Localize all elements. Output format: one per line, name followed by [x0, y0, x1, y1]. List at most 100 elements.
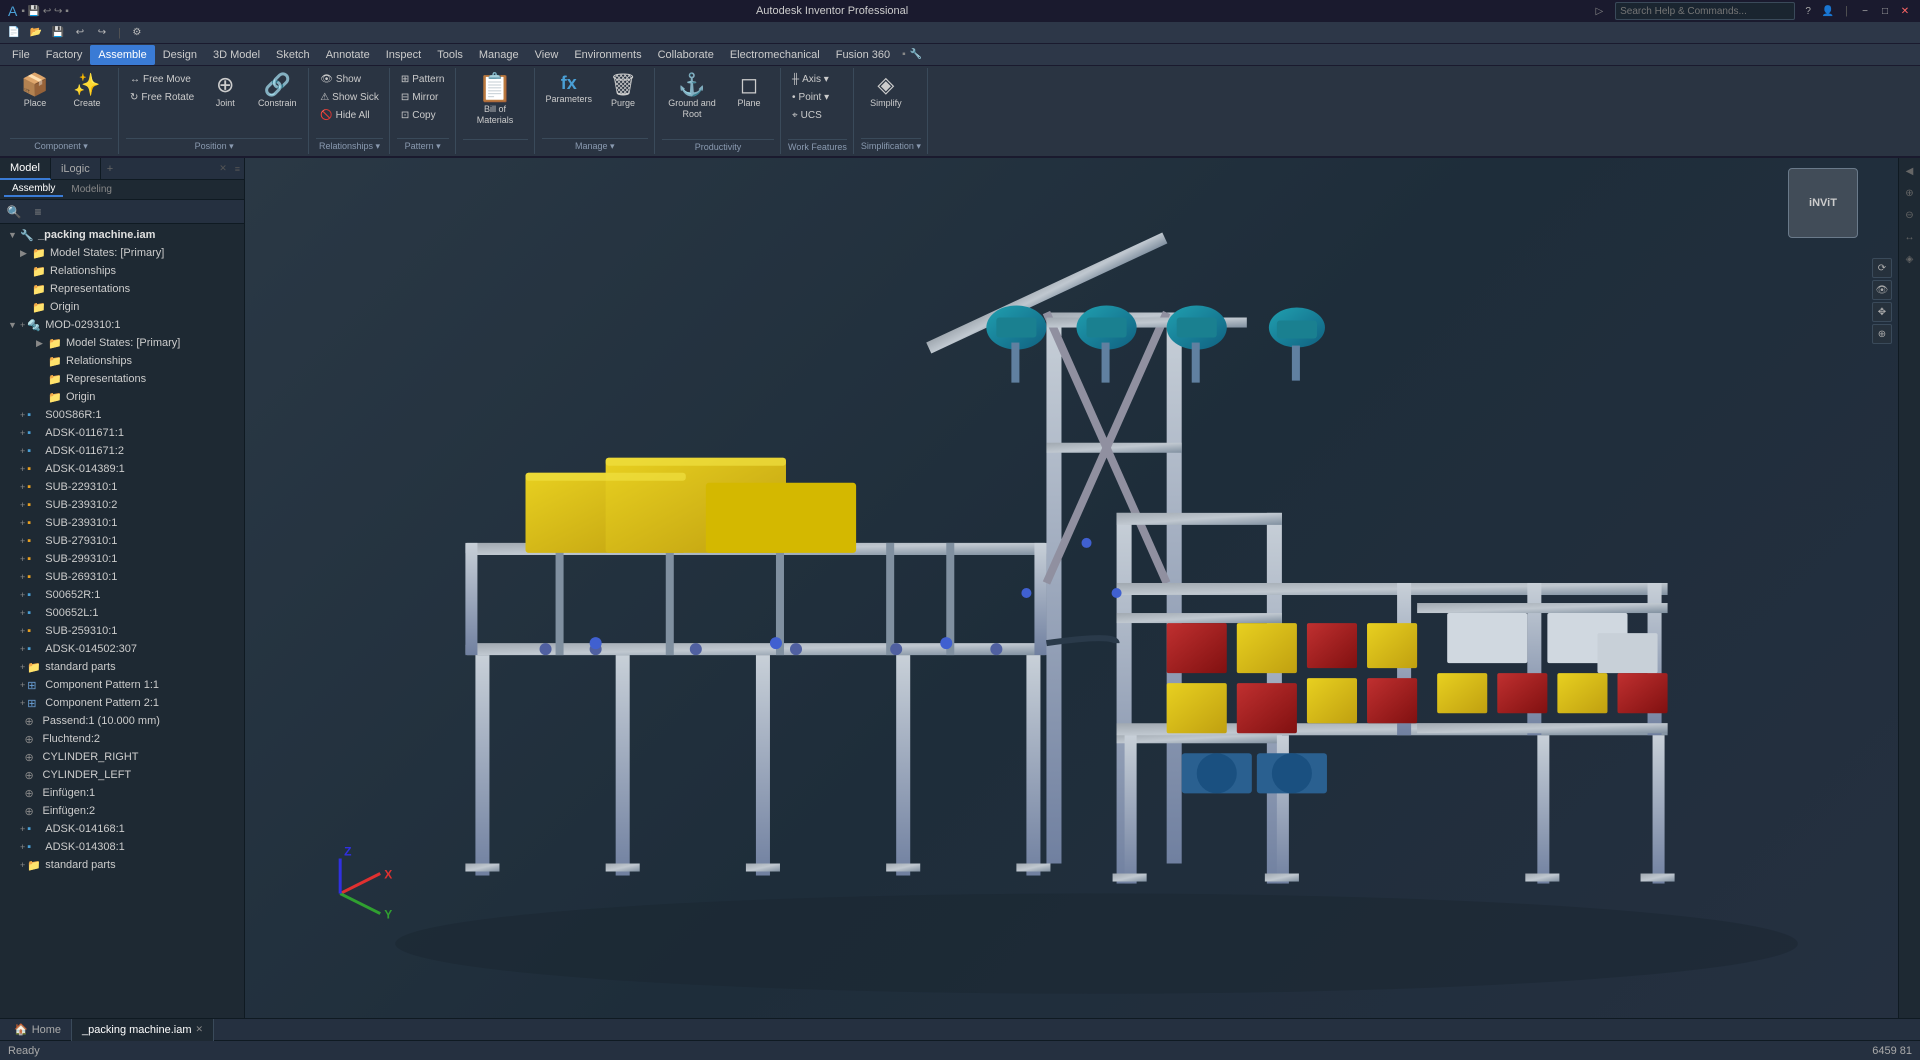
- tree-item-representations-1[interactable]: 📁 Representations: [0, 280, 244, 298]
- subtab-assembly[interactable]: Assembly: [4, 182, 63, 197]
- ucs-button[interactable]: ⌖ UCS: [788, 106, 833, 124]
- mirror-button[interactable]: ⊟ Mirror: [397, 88, 449, 106]
- tree-item-sub269310-1[interactable]: + ▪ SUB-269310:1: [0, 568, 244, 586]
- tree-item-component-pattern-1[interactable]: + ⊞ Component Pattern 1:1: [0, 676, 244, 694]
- tree-item-adsk014389-1[interactable]: + ▪ ADSK-014389:1: [0, 460, 244, 478]
- gutter-btn-1[interactable]: ◀: [1901, 162, 1919, 180]
- tree-item-origin-1[interactable]: 📁 Origin: [0, 298, 244, 316]
- gutter-btn-5[interactable]: ◈: [1901, 250, 1919, 268]
- tree-item-fluchtend2[interactable]: ⊕ Fluchtend:2: [0, 730, 244, 748]
- tab-close-button[interactable]: ✕: [196, 1024, 204, 1035]
- viewcube-box[interactable]: iNViT: [1788, 168, 1858, 238]
- gutter-btn-2[interactable]: ⊕: [1901, 184, 1919, 202]
- purge-button[interactable]: 🗑 Purge: [598, 70, 648, 113]
- close-button[interactable]: ✕: [1898, 4, 1912, 18]
- tree-item-component-pattern-2[interactable]: + ⊞ Component Pattern 2:1: [0, 694, 244, 712]
- tree-item-adsk011671-1[interactable]: + ▪ ADSK-011671:1: [0, 424, 244, 442]
- show-button[interactable]: 👁 Show: [316, 70, 383, 88]
- viewport[interactable]: X Y Z iNViT ⟳ 👁 ✥ ⊕: [245, 158, 1898, 1018]
- simplify-button[interactable]: ◈ Simplify: [861, 70, 911, 113]
- tree-item-cylinder-right[interactable]: ⊕ CYLINDER_RIGHT: [0, 748, 244, 766]
- menu-sketch[interactable]: Sketch: [268, 45, 318, 65]
- tree-item-root[interactable]: ▼ 🔧 _packing machine.iam: [0, 226, 244, 244]
- help-button[interactable]: ?: [1801, 4, 1815, 18]
- plane-button[interactable]: ◻ Plane: [724, 70, 774, 113]
- menu-assemble[interactable]: Assemble: [90, 45, 154, 65]
- menu-design[interactable]: Design: [155, 45, 205, 65]
- menu-view[interactable]: View: [527, 45, 567, 65]
- tab-home[interactable]: 🏠 Home: [4, 1019, 72, 1041]
- menu-3dmodel[interactable]: 3D Model: [205, 45, 268, 65]
- menu-collaborate[interactable]: Collaborate: [650, 45, 722, 65]
- hide-all-button[interactable]: 🚫 Hide All: [316, 106, 383, 124]
- tree-item-einfugen2[interactable]: ⊕ Einfügen:2: [0, 802, 244, 820]
- manage-group-label[interactable]: Manage ▾: [542, 138, 649, 152]
- free-move-button[interactable]: ↔ Free Move: [126, 70, 198, 88]
- point-button[interactable]: • Point ▾: [788, 88, 833, 106]
- menu-annotate[interactable]: Annotate: [318, 45, 378, 65]
- pattern-button[interactable]: ⊞ Pattern: [397, 70, 449, 88]
- tree-item-standard-parts-1[interactable]: + 📁 standard parts: [0, 658, 244, 676]
- ground-root-button[interactable]: ⚓ Ground andRoot: [662, 70, 722, 124]
- tree-item-adsk014168-1[interactable]: + ▪ ADSK-014168:1: [0, 820, 244, 838]
- maximize-button[interactable]: □: [1878, 4, 1892, 18]
- menu-electromechanical[interactable]: Electromechanical: [722, 45, 828, 65]
- pan-button[interactable]: ✥: [1872, 302, 1892, 322]
- copy-button[interactable]: ⊡ Copy: [397, 106, 449, 124]
- tree-item-sub229310-1[interactable]: + ▪ SUB-229310:1: [0, 478, 244, 496]
- pattern-group-label[interactable]: Pattern ▾: [397, 138, 449, 152]
- tree-item-s00652l1[interactable]: + ▪ S00652L:1: [0, 604, 244, 622]
- tree-item-model-states-2[interactable]: ▶ 📁 Model States: [Primary]: [0, 334, 244, 352]
- help-search-input[interactable]: [1615, 2, 1795, 20]
- tree-item-model-states-1[interactable]: ▶ 📁 Model States: [Primary]: [0, 244, 244, 262]
- qa-new-button[interactable]: 📄: [4, 24, 24, 42]
- joint-button[interactable]: ⊕ Joint: [200, 70, 250, 113]
- component-group-label[interactable]: Component ▾: [10, 138, 112, 152]
- menu-tools[interactable]: Tools: [429, 45, 471, 65]
- relationships-group-label[interactable]: Relationships ▾: [316, 138, 383, 152]
- tree-item-einfugen1[interactable]: ⊕ Einfügen:1: [0, 784, 244, 802]
- parameters-button[interactable]: fx Parameters: [542, 70, 597, 109]
- tree-item-cylinder-left[interactable]: ⊕ CYLINDER_LEFT: [0, 766, 244, 784]
- gutter-btn-4[interactable]: ↔: [1901, 228, 1919, 246]
- tree-item-sub239310-1[interactable]: + ▪ SUB-239310:1: [0, 514, 244, 532]
- tree-item-relationships-1[interactable]: 📁 Relationships: [0, 262, 244, 280]
- menu-manage[interactable]: Manage: [471, 45, 527, 65]
- tree-item-sub259310-1[interactable]: + ▪ SUB-259310:1: [0, 622, 244, 640]
- qa-settings-button[interactable]: ⚙: [127, 24, 147, 42]
- tree-item-origin-2[interactable]: 📁 Origin: [0, 388, 244, 406]
- tab-add[interactable]: +: [101, 161, 119, 177]
- tab-packing-machine[interactable]: _packing machine.iam ✕: [72, 1019, 214, 1041]
- constrain-button[interactable]: 🔗 Constrain: [252, 70, 302, 113]
- menu-factory[interactable]: Factory: [38, 45, 91, 65]
- place-button[interactable]: 📦 Place: [10, 70, 60, 113]
- tree-item-sub279310-1[interactable]: + ▪ SUB-279310:1: [0, 532, 244, 550]
- axis-button[interactable]: ╫ Axis ▾: [788, 70, 833, 88]
- tree-item-mod029310[interactable]: ▼ + 🔩 MOD-029310:1: [0, 316, 244, 334]
- menu-inspect[interactable]: Inspect: [378, 45, 429, 65]
- menu-fusion360[interactable]: Fusion 360: [828, 45, 898, 65]
- tree-item-s00s86r1[interactable]: + ▪ S00S86R:1: [0, 406, 244, 424]
- tree-item-passend1[interactable]: ⊕ Passend:1 (10.000 mm): [0, 712, 244, 730]
- free-rotate-button[interactable]: ↻ Free Rotate: [126, 88, 198, 106]
- minimize-button[interactable]: −: [1858, 4, 1872, 18]
- tree-item-sub239310-2[interactable]: + ▪ SUB-239310:2: [0, 496, 244, 514]
- menu-file[interactable]: File: [4, 45, 38, 65]
- show-sick-button[interactable]: ⚠ Show Sick: [316, 88, 383, 106]
- tree-item-adsk011671-2[interactable]: + ▪ ADSK-011671:2: [0, 442, 244, 460]
- panel-close-icon[interactable]: ✕: [215, 163, 231, 174]
- subtab-modeling[interactable]: Modeling: [63, 183, 120, 196]
- tree-item-s00652r1[interactable]: + ▪ S00652R:1: [0, 586, 244, 604]
- simplification-group-label[interactable]: Simplification ▾: [861, 138, 921, 152]
- tree-item-relationships-2[interactable]: 📁 Relationships: [0, 352, 244, 370]
- qa-redo-button[interactable]: ↪: [92, 24, 112, 42]
- qa-undo-button[interactable]: ↩: [70, 24, 90, 42]
- orbit-button[interactable]: ⟳: [1872, 258, 1892, 278]
- qa-open-button[interactable]: 📂: [26, 24, 46, 42]
- tree-item-representations-2[interactable]: 📁 Representations: [0, 370, 244, 388]
- panel-options-icon[interactable]: ≡: [231, 164, 244, 174]
- zoom-button[interactable]: ⊕: [1872, 324, 1892, 344]
- position-group-label[interactable]: Position ▾: [126, 138, 302, 152]
- qa-save-button[interactable]: 💾: [48, 24, 68, 42]
- look-button[interactable]: 👁: [1872, 280, 1892, 300]
